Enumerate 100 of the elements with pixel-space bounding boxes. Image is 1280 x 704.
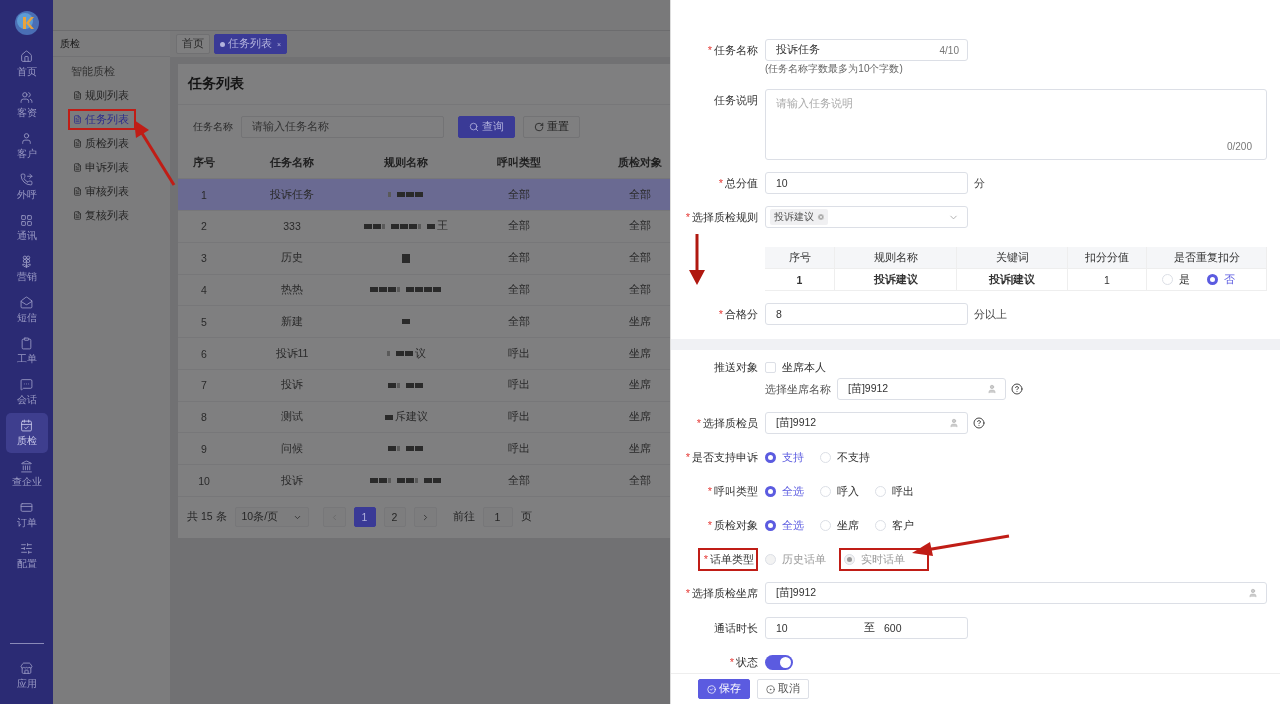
sidebar-item[interactable]: 首页 <box>5 44 48 84</box>
pixelated-text-drawing <box>370 285 442 295</box>
radio-option[interactable]: 呼出 <box>875 483 930 499</box>
duration-range-field[interactable]: 10 至 600 <box>765 617 968 639</box>
radio-option[interactable]: 是 <box>1161 272 1207 287</box>
char-counter: 4/10 <box>939 44 959 56</box>
goto-suffix: 页 <box>520 510 532 525</box>
field-label: * 总分值 <box>718 175 758 191</box>
range-end: 600 <box>884 622 902 634</box>
radio-option[interactable]: 全选 <box>765 483 820 499</box>
reset-button[interactable]: 重置 <box>523 115 580 138</box>
radio-option[interactable]: 客户 <box>875 517 930 533</box>
radio-option[interactable]: 否 <box>1206 272 1252 287</box>
sidebar-item[interactable]: 外呼 <box>5 167 48 207</box>
agent-select[interactable]: [苗]9912 <box>765 582 1267 604</box>
checkbox[interactable] <box>765 361 776 373</box>
table-cell: 王 <box>437 219 448 234</box>
field-label: 推送对象 <box>714 359 758 375</box>
page-size-select[interactable]: 10条/页 <box>234 507 309 528</box>
sidebar-item[interactable]: 查企业 <box>5 454 48 494</box>
next-page-button[interactable] <box>413 507 437 528</box>
total-count: 共 15 条 <box>187 510 227 525</box>
search-icon <box>469 121 479 132</box>
save-button[interactable]: 保存 <box>698 679 750 699</box>
document-icon <box>73 163 82 172</box>
field-label: * 选择质检规则 <box>685 209 758 225</box>
radio-button[interactable] <box>765 451 776 463</box>
user-icon <box>949 418 959 428</box>
table-cell-text: 全部 <box>628 187 652 202</box>
inspector-select[interactable]: [苗]9912 <box>765 412 968 434</box>
search-button[interactable]: 查询 <box>458 115 515 138</box>
help-icon[interactable] <box>973 417 985 429</box>
table-cell-text: 问候 <box>280 441 304 456</box>
rule-select[interactable]: 投诉建议 <box>765 206 968 228</box>
page-number[interactable]: 2 <box>383 507 406 528</box>
description-field[interactable]: 请输入任务说明 0/200 <box>765 89 1267 160</box>
sidebar-item[interactable]: 短信 <box>5 290 48 330</box>
search-field[interactable]: 请输入任务名称 <box>241 115 444 138</box>
range-separator: 至 <box>864 621 876 635</box>
table-cell: 投诉建议 <box>835 269 957 290</box>
total-score-field[interactable]: 10 <box>765 172 968 194</box>
pass-score-field[interactable]: 8 <box>765 303 968 325</box>
sidebar-item[interactable]: 配置 <box>5 536 48 576</box>
sidebar-item[interactable]: 营销 <box>5 249 48 289</box>
submenu-item[interactable]: 质检列表 <box>68 133 136 154</box>
field-hint: (任务名称字数最多为10个字数) <box>765 62 904 76</box>
sidebar-item[interactable]: 工单 <box>5 331 48 371</box>
dot-icon <box>220 41 225 47</box>
close-icon[interactable] <box>817 213 825 221</box>
page-number[interactable]: 1 <box>353 507 376 528</box>
sidebar-item[interactable]: 质检 <box>5 413 48 453</box>
user-icon <box>987 384 997 394</box>
help-icon[interactable] <box>1011 383 1023 395</box>
radio-option[interactable]: 呼入 <box>820 483 875 499</box>
table-cell: 1 <box>765 269 835 290</box>
page-tab[interactable]: 首页 <box>176 34 210 54</box>
radio-option[interactable]: 不支持 <box>820 449 890 465</box>
refresh-icon <box>534 121 544 132</box>
checkbox-option[interactable]: 坐席本人 <box>765 360 826 374</box>
table-row[interactable]: 1 投诉任务 全部 全部 <box>178 179 670 212</box>
submenu-item[interactable]: 复核列表 <box>68 205 136 226</box>
radio-option[interactable]: 坐席 <box>820 517 875 533</box>
rule-tag[interactable]: 投诉建议 <box>770 209 828 225</box>
sidebar-item[interactable]: 应用 <box>5 656 48 696</box>
table-cell-text: 全部 <box>507 251 531 266</box>
table-cell-text: 2 <box>200 220 208 233</box>
radio-option[interactable]: 支持 <box>765 449 820 465</box>
submenu-item[interactable]: 申诉列表 <box>68 157 136 178</box>
table-cell-text: 测试 <box>280 410 304 425</box>
submenu-item[interactable]: 审核列表 <box>68 181 136 202</box>
cancel-button[interactable]: 取消 <box>757 679 809 699</box>
table-cell-text: 坐席 <box>628 441 652 456</box>
sidebar-item[interactable]: 通讯 <box>5 208 48 248</box>
table-cell-text: 7 <box>200 379 208 392</box>
radio-button[interactable] <box>1206 274 1218 285</box>
task-name-field[interactable]: 投诉任务 4/10 <box>765 39 968 61</box>
radio-button[interactable] <box>765 519 776 531</box>
unit-label: 分 <box>974 175 985 191</box>
submenu-item[interactable]: 规则列表 <box>68 85 136 106</box>
radio-button[interactable] <box>765 485 776 497</box>
annotation-arrow <box>689 234 705 286</box>
table-cell-text: 全部 <box>507 473 531 488</box>
table-cell-text: 全部 <box>628 219 652 234</box>
field-label: * 选择质检坐席 <box>685 585 758 601</box>
submenu-item[interactable]: 任务列表 <box>68 109 136 130</box>
table-cell-text: 333 <box>282 220 302 233</box>
table-cell: 投诉|建议 <box>957 269 1068 290</box>
sidebar-item[interactable]: 客户 <box>5 126 48 166</box>
radio-option[interactable]: 全选 <box>765 517 820 533</box>
pixelated-text-drawing <box>364 221 436 231</box>
search-label: 任务名称 <box>193 119 233 134</box>
column-header: 规则名称 <box>383 156 429 171</box>
agent-select[interactable]: [苗]9912 <box>837 378 1006 400</box>
sidebar-item[interactable]: 会话 <box>5 372 48 412</box>
table-cell-text: 全部 <box>507 219 531 234</box>
status-toggle[interactable] <box>765 654 793 670</box>
sidebar-item[interactable]: 订单 <box>5 495 48 535</box>
goto-field[interactable]: 1 <box>482 507 513 528</box>
field-label: * 呼叫类型 <box>707 483 758 499</box>
sidebar-item[interactable]: 客资 <box>5 85 48 125</box>
